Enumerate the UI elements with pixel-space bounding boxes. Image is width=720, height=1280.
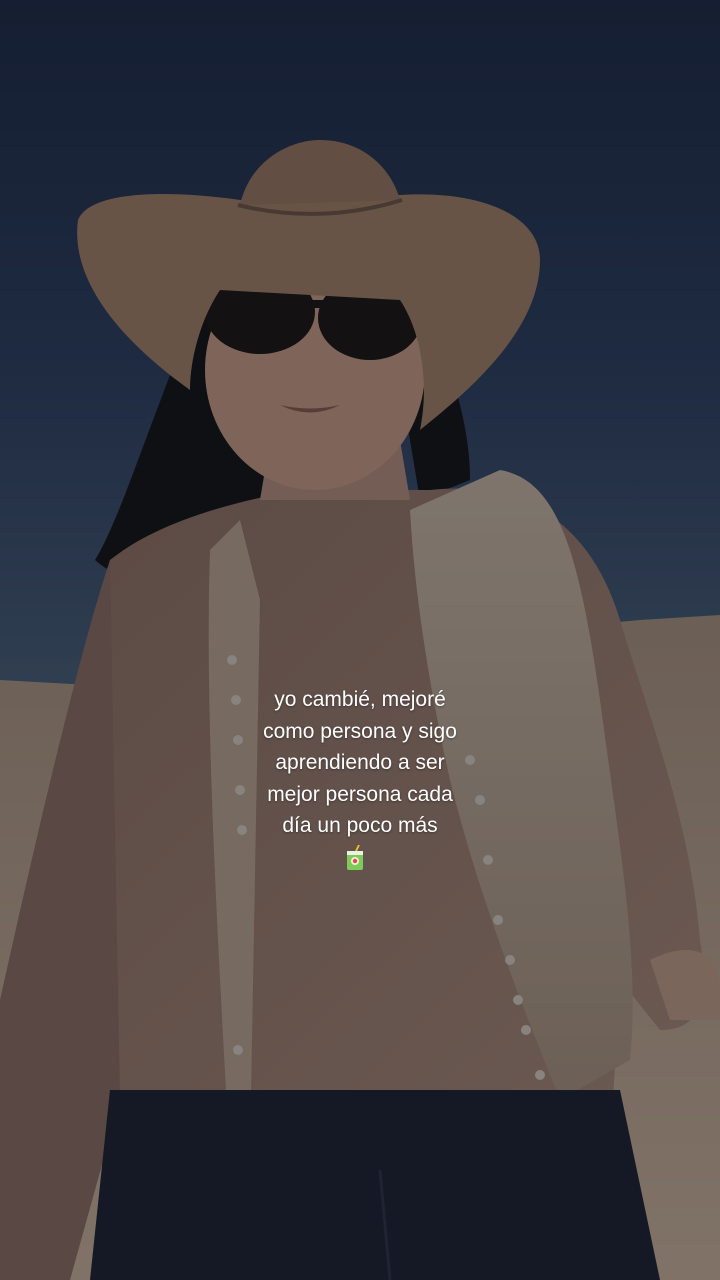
caption-line: mejor persona cada: [267, 782, 453, 806]
caption-line: como persona y sigo: [263, 719, 457, 743]
caption-line: yo cambié, mejoré: [274, 688, 446, 711]
caption-text: yo cambié, mejoré como persona y sigo ap…: [210, 684, 510, 842]
dark-overlay: [0, 0, 720, 1280]
caption-line: día un poco más: [282, 814, 438, 837]
caption-line: aprendiendo a ser: [275, 751, 445, 774]
photo-scene: [0, 0, 720, 1280]
juice-box-icon: [347, 845, 363, 870]
